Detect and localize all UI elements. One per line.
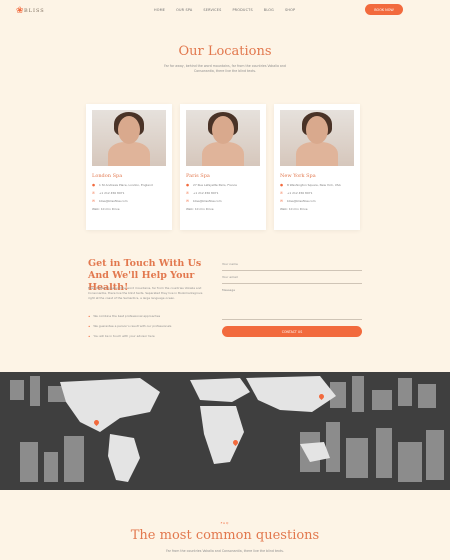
locations-title: Our Locations <box>178 44 272 59</box>
faq-subtitle: Far from the countries Vokalia and Conso… <box>166 549 284 553</box>
map-pin-icon: ● <box>186 183 190 187</box>
page: ❀ BLISS HOME OUR SPA SERVICES PRODUCTS B… <box>0 0 450 560</box>
bullet-icon: • <box>88 323 91 329</box>
location-email[interactable]: ✉ bliss@blissflow.com <box>92 199 166 203</box>
map-background <box>0 372 450 490</box>
nav-item-our-spa[interactable]: OUR SPA <box>176 8 192 12</box>
nav-item-home[interactable]: HOME <box>154 8 165 12</box>
locations-subtitle: Far far away, behind the word mountains,… <box>164 64 286 73</box>
location-name: London Spa <box>92 173 123 179</box>
phone-icon: ✆ <box>92 191 95 195</box>
location-photo <box>280 110 354 166</box>
nav-item-services[interactable]: SERVICES <box>203 8 221 12</box>
lotus-icon: ❀ <box>16 6 24 16</box>
contact-bullets: • We combine the best professional approa… <box>88 311 171 341</box>
location-phone[interactable]: ✆ +1 212 456 8971 <box>186 191 260 195</box>
location-address: ● 27 Rue Lafayette Paris, France <box>186 183 237 187</box>
bullet-item: • We guarantee a person’s result with our… <box>88 323 172 329</box>
location-address: ● 1 St Andrews Place, London, England <box>92 183 153 187</box>
faq-kicker: FAQ <box>220 521 230 525</box>
mail-icon: ✉ <box>186 199 189 203</box>
location-directions: Walk: 10 min Drive <box>92 207 120 211</box>
contact-form: Your name Your email Message CONTACT US <box>222 258 362 337</box>
nav-item-blog[interactable]: BLOG <box>264 8 274 12</box>
location-address: ● 8 Washington Square, New York, USA <box>280 183 341 187</box>
email-field[interactable]: Your email <box>222 271 362 284</box>
map-pin-icon: ● <box>280 183 284 187</box>
location-card: Paris Spa ● 27 Rue Lafayette Paris, Franc… <box>180 104 266 230</box>
contact-text: Even blistering behind the word mountain… <box>88 286 203 300</box>
nav-item-shop[interactable]: SHOP <box>285 8 295 12</box>
phone-icon: ✆ <box>280 191 283 195</box>
mail-icon: ✉ <box>92 199 95 203</box>
logo-text: BLISS <box>24 8 45 14</box>
contact-submit-button[interactable]: CONTACT US <box>222 326 362 337</box>
nav-item-products[interactable]: PRODUCTS <box>232 8 252 12</box>
bullet-item: • You will be in touch with your advisor … <box>88 333 155 339</box>
location-directions: Walk: 10 min Drive <box>186 207 214 211</box>
book-now-button[interactable]: BOOK NOW <box>365 4 403 15</box>
phone-icon: ✆ <box>186 191 189 195</box>
bullet-icon: • <box>88 333 91 339</box>
bullet-icon: • <box>88 313 91 319</box>
map-pin-icon: ● <box>92 183 96 187</box>
location-photo <box>186 110 260 166</box>
world-map[interactable] <box>0 372 450 490</box>
location-name: Paris Spa <box>186 173 210 179</box>
location-phone[interactable]: ✆ +1 212 456 8971 <box>280 191 354 195</box>
message-field[interactable]: Message <box>222 284 362 320</box>
mail-icon: ✉ <box>280 199 283 203</box>
faq-title: The most common questions <box>130 528 320 543</box>
location-phone[interactable]: ✆ +1 212 456 8971 <box>92 191 166 195</box>
bullet-item: • We combine the best professional approa… <box>88 313 161 319</box>
location-email[interactable]: ✉ bliss@blissflow.com <box>186 199 260 203</box>
logo[interactable]: ❀ BLISS <box>16 6 46 20</box>
location-card: London Spa ● 1 St Andrews Place, London, … <box>86 104 172 230</box>
location-directions: Walk: 10 min Drive <box>280 207 308 211</box>
name-field[interactable]: Your name <box>222 258 362 271</box>
location-card: New York Spa ● 8 Washington Square, New Y… <box>274 104 360 230</box>
location-name: New York Spa <box>280 173 316 179</box>
location-cards: London Spa ● 1 St Andrews Place, London, … <box>86 104 360 230</box>
location-photo <box>92 110 166 166</box>
main-nav: HOME OUR SPA SERVICES PRODUCTS BLOG SHOP <box>154 8 295 12</box>
location-email[interactable]: ✉ bliss@blissflow.com <box>280 199 354 203</box>
